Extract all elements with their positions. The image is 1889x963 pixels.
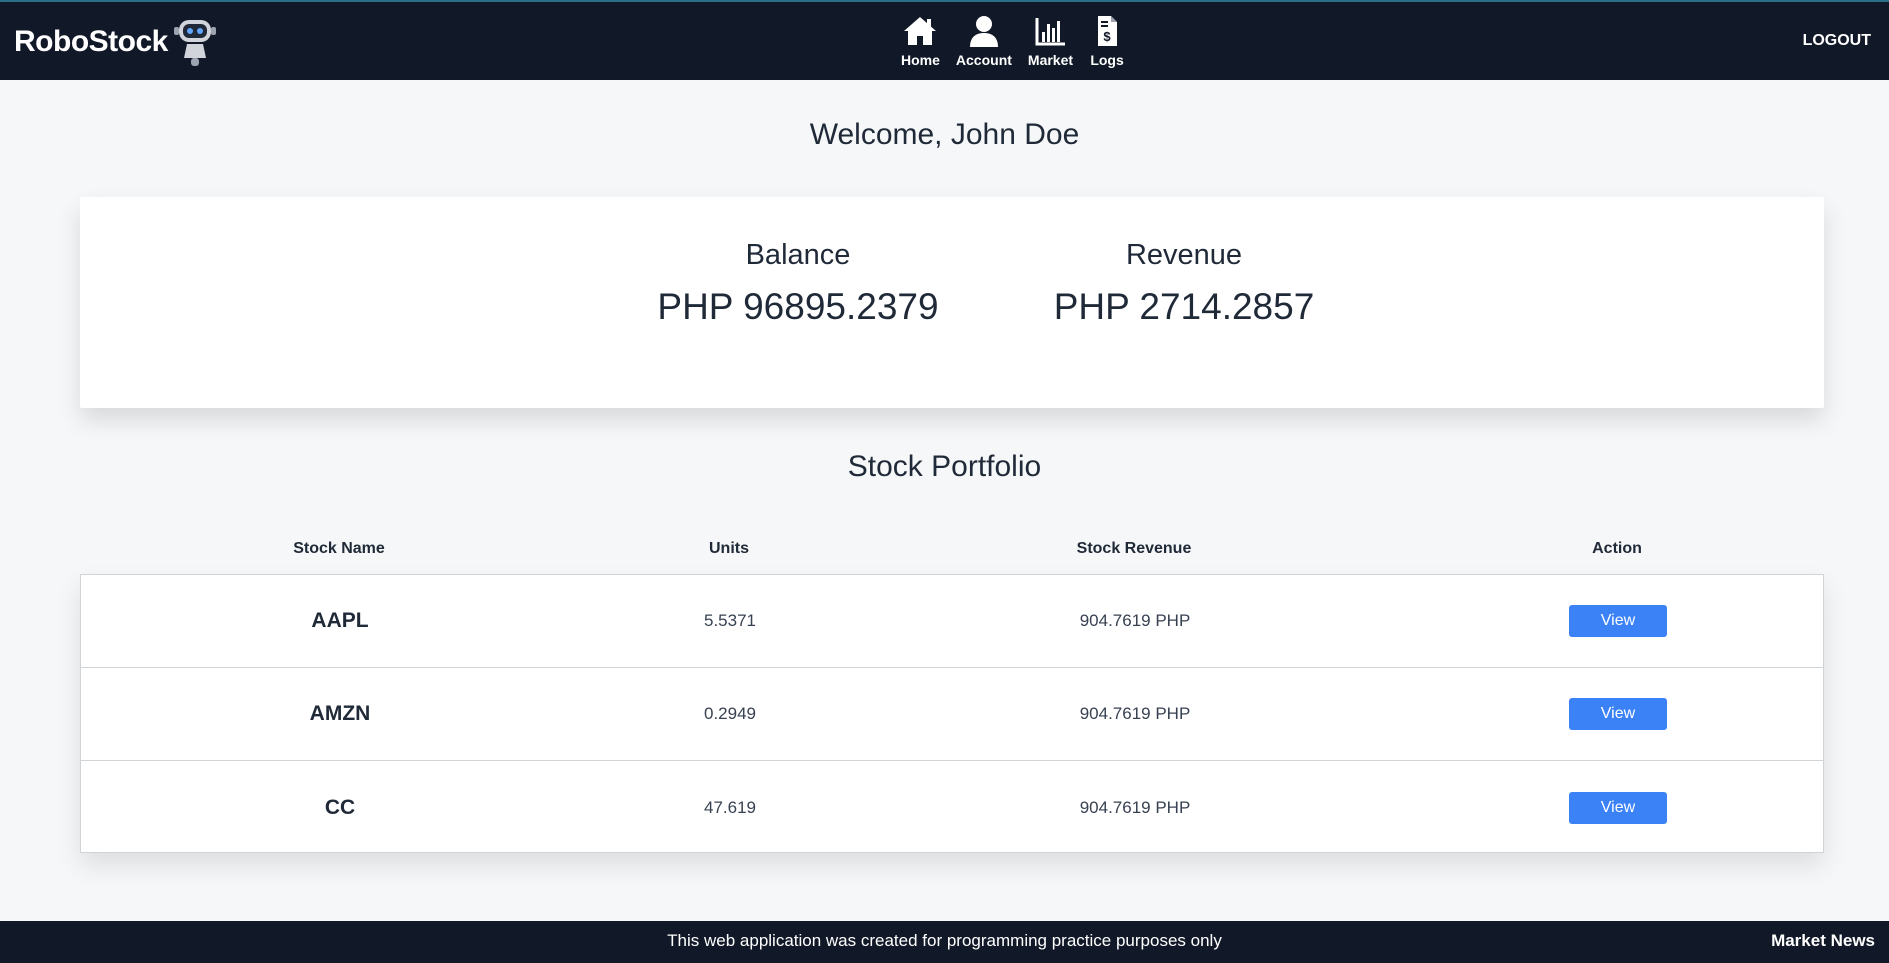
user-icon bbox=[969, 16, 998, 47]
column-header-action: Action bbox=[1592, 540, 1642, 557]
nav-logs[interactable]: $ Logs bbox=[1081, 14, 1133, 72]
nav-logs-label: Logs bbox=[1090, 52, 1124, 68]
nav-account-label: Account bbox=[955, 52, 1012, 68]
view-button[interactable]: View bbox=[1569, 698, 1667, 730]
footer-disclaimer: This web application was created for pro… bbox=[667, 931, 1222, 950]
nav-market-label: Market bbox=[1027, 52, 1074, 68]
nav-home-label: Home bbox=[901, 52, 940, 68]
stock-name-cell: AAPL bbox=[311, 609, 369, 632]
receipt-icon: $ bbox=[1098, 16, 1118, 46]
stock-name-cell: CC bbox=[324, 795, 356, 819]
units-cell: 0.2949 bbox=[704, 704, 756, 723]
summary-card: Balance PHP 96895.2379 Revenue PHP 2714.… bbox=[80, 197, 1824, 408]
nav-market[interactable]: Market bbox=[1020, 14, 1081, 72]
stock-revenue-cell: 904.7619 PHP bbox=[1079, 704, 1191, 723]
stock-name-cell: AMZN bbox=[309, 702, 371, 725]
nav-account[interactable]: Account bbox=[948, 14, 1020, 72]
balance-label: Balance bbox=[745, 239, 851, 271]
balance-stat: Balance PHP 96895.2379 bbox=[588, 239, 1008, 328]
column-header-stock-revenue: Stock Revenue bbox=[1076, 540, 1192, 557]
welcome-heading: Welcome, John Doe bbox=[809, 118, 1080, 151]
bar-chart-icon bbox=[1035, 18, 1066, 46]
revenue-label: Revenue bbox=[1125, 239, 1243, 271]
footer-bar: This web application was created for pro… bbox=[0, 921, 1889, 963]
balance-value: PHP 96895.2379 bbox=[657, 286, 939, 327]
table-row: CC 47.619 904.7619 PHP View bbox=[81, 761, 1823, 854]
table-row: AAPL 5.5371 904.7619 PHP View bbox=[81, 575, 1823, 668]
stock-revenue-cell: 904.7619 PHP bbox=[1079, 611, 1191, 630]
units-cell: 47.619 bbox=[704, 797, 756, 817]
robot-icon bbox=[173, 20, 216, 66]
view-button[interactable]: View bbox=[1569, 605, 1667, 637]
main-nav: Home Account Market $ Logs bbox=[893, 14, 1133, 72]
logout-button[interactable]: LOGOUT bbox=[1803, 32, 1871, 50]
svg-text:$: $ bbox=[1103, 29, 1111, 44]
stock-revenue-cell: 904.7619 PHP bbox=[1079, 797, 1191, 817]
portfolio-table-header: Stock Name Units Stock Revenue Action bbox=[80, 540, 1824, 576]
column-header-stock-name: Stock Name bbox=[293, 540, 385, 557]
market-news-link[interactable]: Market News bbox=[1771, 931, 1875, 951]
units-cell: 5.5371 bbox=[704, 611, 756, 630]
top-navbar: RoboStock Home Account Market $ Logs LOG… bbox=[0, 0, 1889, 80]
portfolio-heading: Stock Portfolio bbox=[847, 450, 1042, 483]
view-button[interactable]: View bbox=[1569, 791, 1667, 824]
revenue-stat: Revenue PHP 2714.2857 bbox=[994, 239, 1374, 328]
column-header-units: Units bbox=[709, 540, 749, 557]
portfolio-table: AAPL 5.5371 904.7619 PHP View AMZN 0.294… bbox=[80, 574, 1824, 853]
nav-home[interactable]: Home bbox=[893, 14, 948, 72]
brand-logo[interactable]: RoboStock bbox=[14, 16, 220, 68]
revenue-value: PHP 2714.2857 bbox=[1053, 286, 1315, 327]
brand-name: RoboStock bbox=[14, 25, 168, 58]
home-icon bbox=[904, 17, 937, 45]
table-row: AMZN 0.2949 904.7619 PHP View bbox=[81, 668, 1823, 761]
